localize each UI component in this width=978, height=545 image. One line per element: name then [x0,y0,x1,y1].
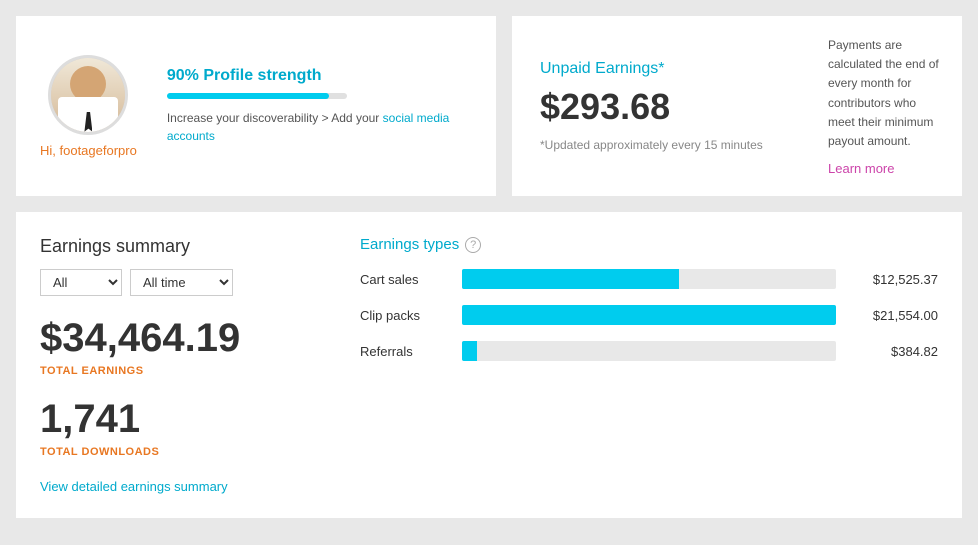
earnings-rows-container: Cart sales $12,525.37 Clip packs $21,554… [360,269,938,361]
time-filter[interactable]: All time This month Last month This year [130,269,233,296]
total-downloads-amount: 1,741 [40,397,320,442]
unpaid-earnings-card: Unpaid Earnings* $293.68 *Updated approx… [512,16,812,196]
updated-text: *Updated approximately every 15 minutes [540,138,784,152]
profile-strength-bar-bg [167,93,347,99]
total-downloads-label: TOTAL DOWNLOADS [40,446,320,458]
earnings-row: Clip packs $21,554.00 [360,305,938,325]
avatar [48,55,128,135]
summary-controls: All Videos Photos Vectors All time This … [40,269,320,296]
earnings-bar-fill [462,341,477,361]
profile-card: Hi, footageforpro 90% Profile strength I… [16,16,496,196]
earnings-row-amount: $21,554.00 [848,308,938,323]
learn-more-link[interactable]: Learn more [828,161,946,176]
profile-strength-area: 90% Profile strength Increase your disco… [167,67,472,145]
earnings-row-label: Cart sales [360,272,450,287]
profile-strength-bar-fill [167,93,329,99]
earnings-summary-heading: Earnings summary [40,236,320,257]
discoverability-text: Increase your discoverability > Add your… [167,109,472,145]
earnings-row: Cart sales $12,525.37 [360,269,938,289]
view-detailed-link[interactable]: View detailed earnings summary [40,479,228,494]
earnings-row: Referrals $384.82 [360,341,938,361]
earnings-bar-container [462,269,836,289]
profile-strength-label: 90% Profile strength [167,67,472,85]
unpaid-earnings-label: Unpaid Earnings* [540,60,784,78]
total-earnings-label: TOTAL EARNINGS [40,365,320,377]
total-earnings-amount: $34,464.19 [40,316,320,361]
earnings-row-label: Clip packs [360,308,450,323]
earnings-bar-container [462,305,836,325]
earnings-row-amount: $384.82 [848,344,938,359]
left-panel: Earnings summary All Videos Photos Vecto… [40,236,320,494]
earnings-bar-container [462,341,836,361]
earnings-row-amount: $12,525.37 [848,272,938,287]
earnings-types-heading: Earnings types ? [360,236,938,253]
earnings-bar-fill [462,305,836,325]
category-filter[interactable]: All Videos Photos Vectors [40,269,122,296]
right-panel: Earnings types ? Cart sales $12,525.37 C… [360,236,938,494]
earnings-bar-fill [462,269,679,289]
unpaid-earnings-amount: $293.68 [540,86,784,128]
username-label: Hi, footageforpro [40,143,137,158]
earnings-row-label: Referrals [360,344,450,359]
payments-info-card: Payments are calculated the end of every… [812,16,962,196]
main-section: Earnings summary All Videos Photos Vecto… [16,212,962,518]
avatar-area: Hi, footageforpro [40,55,137,158]
help-icon[interactable]: ? [465,237,481,253]
payments-info-text: Payments are calculated the end of every… [828,36,946,151]
